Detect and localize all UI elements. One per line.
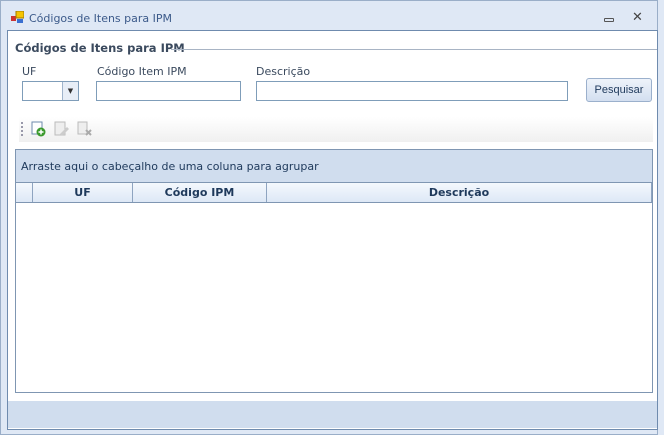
descricao-label: Descrição bbox=[256, 65, 311, 78]
window: Códigos de Itens para IPM ✕ Códigos de I… bbox=[0, 0, 658, 435]
column-header-codigo[interactable]: Código IPM bbox=[133, 183, 267, 202]
delete-icon[interactable] bbox=[77, 121, 93, 137]
close-button[interactable]: ✕ bbox=[632, 10, 643, 25]
codigo-input[interactable] bbox=[96, 81, 241, 101]
row-indicator-header bbox=[16, 183, 33, 202]
group-by-panel[interactable]: Arraste aqui o cabeçalho de uma coluna p… bbox=[16, 150, 652, 182]
add-icon[interactable] bbox=[31, 121, 47, 137]
descricao-input[interactable] bbox=[256, 81, 568, 101]
group-divider bbox=[171, 49, 657, 50]
search-button[interactable]: Pesquisar bbox=[586, 78, 652, 102]
window-title: Códigos de Itens para IPM bbox=[29, 12, 173, 25]
uf-combobox[interactable]: ▼ bbox=[22, 81, 79, 101]
data-grid: Arraste aqui o cabeçalho de uma coluna p… bbox=[15, 149, 653, 393]
toolbar-grip[interactable] bbox=[21, 122, 23, 136]
grid-header: UF Código IPM Descrição bbox=[16, 182, 652, 203]
column-header-uf[interactable]: UF bbox=[33, 183, 133, 202]
column-header-descricao[interactable]: Descrição bbox=[267, 183, 652, 202]
chevron-down-icon[interactable]: ▼ bbox=[62, 82, 78, 100]
uf-label: UF bbox=[22, 65, 37, 78]
app-icon bbox=[11, 11, 24, 23]
minimize-button[interactable] bbox=[604, 18, 614, 22]
edit-icon[interactable] bbox=[54, 121, 70, 137]
status-strip bbox=[8, 401, 657, 428]
toolbar bbox=[19, 117, 653, 142]
codigo-label: Código Item IPM bbox=[97, 65, 187, 78]
group-title: Códigos de Itens para IPM bbox=[15, 41, 185, 55]
